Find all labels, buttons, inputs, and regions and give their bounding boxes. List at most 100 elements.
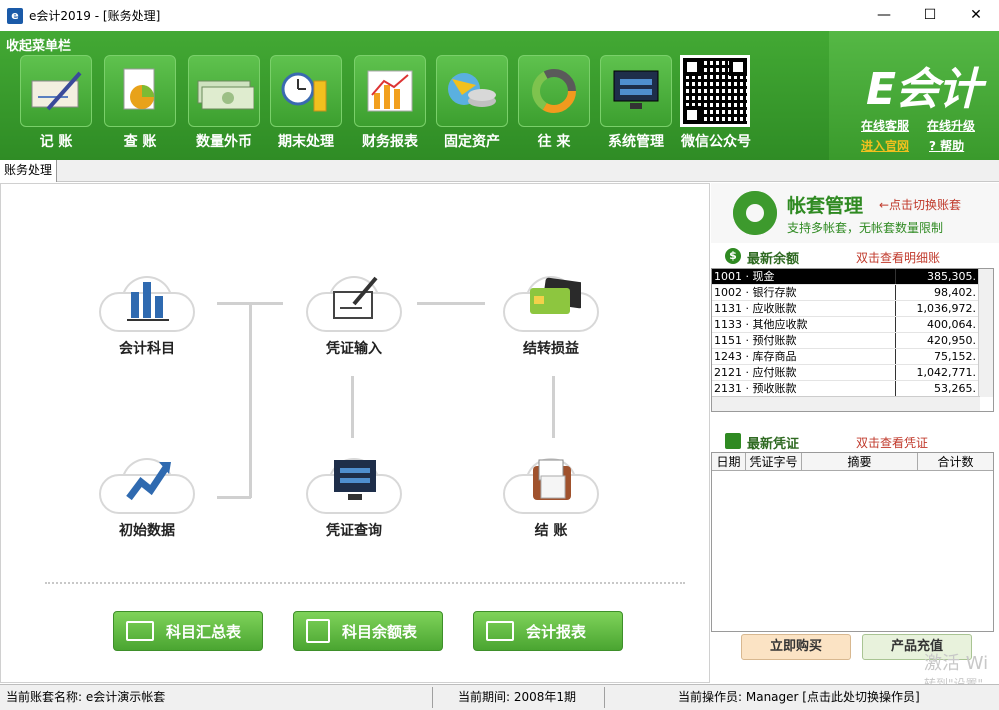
bar-chart-icon	[127, 282, 169, 321]
balance-account-name: 1001 · 现金	[712, 269, 896, 284]
wallet-icon	[533, 459, 571, 500]
node-accounting-subjects[interactable]: 会计科目	[97, 272, 197, 358]
minimize-button[interactable]: —	[861, 0, 907, 31]
activation-watermark: 激活 Wi	[924, 653, 989, 674]
cycle-icon	[532, 69, 576, 113]
horizontal-scrollbar[interactable]	[712, 396, 980, 411]
table-icon	[126, 621, 154, 641]
clock-coins-icon	[281, 72, 327, 112]
check-pen-icon	[31, 71, 82, 111]
brand-area: E会计 在线客服 在线升级 进入官网 ? 帮助	[829, 31, 999, 160]
voucher-section-header: 最新凭证 双击查看凭证	[711, 430, 999, 452]
voucher-icon	[725, 433, 741, 449]
balance-row[interactable]: 1131 · 应收账款 1,036,972.	[712, 301, 993, 317]
balance-amount: 1,036,972.	[916, 302, 976, 315]
balance-amount: 420,950.	[927, 334, 976, 347]
balance-amount: 98,402.	[934, 286, 976, 299]
balance-row[interactable]: 2131 · 预收账款 53,265.	[712, 381, 993, 397]
balance-row[interactable]: 1133 · 其他应收款 400,064.	[712, 317, 993, 333]
tool-period-end[interactable]: 期末处理	[270, 55, 342, 151]
tab-accounting[interactable]: 账务处理	[0, 160, 58, 182]
report-icon	[486, 621, 514, 641]
connector	[217, 496, 251, 499]
tool-quantity-currency[interactable]: 数量外币	[188, 55, 260, 151]
balance-account-name: 1133 · 其他应收款	[712, 317, 896, 332]
buy-now-button[interactable]: 立即购买	[741, 634, 851, 660]
status-bar: 当前账套名称: e会计演示帐套 当前期间: 2008年1期 当前操作员: Man…	[0, 684, 999, 710]
balance-row[interactable]: 1001 · 现金 385,305.	[712, 269, 993, 285]
vertical-scrollbar[interactable]	[978, 269, 993, 397]
node-close-account[interactable]: 结 账	[501, 454, 601, 540]
workflow-area: 会计科目 凭证输入 结转损益 初始数据 凭证查询 结 账 科目汇总表 科目余额表…	[0, 183, 710, 683]
status-separator	[604, 687, 605, 708]
app-logo-icon: e	[7, 7, 23, 24]
tab-strip: 账务处理	[0, 160, 999, 182]
trend-arrow-icon	[126, 462, 171, 501]
status-account-name: 当前账套名称: e会计演示帐套	[6, 690, 166, 704]
tool-fixed-assets[interactable]: 固定资产	[436, 55, 508, 151]
balance-row[interactable]: 1002 · 银行存款 98,402.	[712, 285, 993, 301]
document-pie-icon	[123, 68, 155, 110]
brand-logo: E会计	[865, 64, 982, 115]
node-transfer-pl[interactable]: 结转损益	[501, 272, 601, 358]
balance-amount: 53,265.	[934, 382, 976, 395]
check-pen-icon	[333, 276, 378, 319]
status-operator[interactable]: 当前操作员: Manager [点击此处切换操作员]	[678, 685, 920, 710]
money-icon	[197, 80, 254, 110]
help-icon: ?	[929, 139, 936, 153]
balance-account-name: 1002 · 银行存款	[712, 285, 896, 300]
right-panel: 帐套管理 ←点击切换账套 支持多帐套，无帐套数量限制 $ 最新余额 双击查看明细…	[711, 183, 999, 691]
tool-bookkeeping[interactable]: 记 账	[20, 55, 92, 151]
collapse-menu-toggle[interactable]: 收起菜单栏	[6, 35, 71, 54]
node-voucher-input[interactable]: 凭证输入	[304, 272, 404, 358]
balance-account-name: 2131 · 预收账款	[712, 381, 896, 396]
voucher-table-header: 日期 凭证字号 摘要 合计数	[712, 453, 993, 471]
window-title: e会计2019 - [账务处理]	[29, 9, 161, 23]
balance-account-name: 1151 · 预付账款	[712, 333, 896, 348]
balance-row[interactable]: 1151 · 预付账款 420,950.	[712, 333, 993, 349]
balance-section-header: $ 最新余额 双击查看明细账	[711, 245, 999, 267]
tool-audit[interactable]: 查 账	[104, 55, 176, 151]
node-initial-data[interactable]: 初始数据	[97, 454, 197, 540]
balance-amount: 75,152.	[934, 350, 976, 363]
balance-amount: 385,305.	[927, 270, 976, 283]
tool-transactions[interactable]: 往 来	[518, 55, 590, 151]
voucher-table[interactable]: 日期 凭证字号 摘要 合计数	[711, 452, 994, 632]
credit-card-icon	[530, 277, 581, 314]
subject-summary-button[interactable]: 科目汇总表	[113, 611, 263, 651]
balance-amount: 1,042,771.	[916, 366, 976, 379]
online-upgrade-link[interactable]: 在线升级	[927, 117, 975, 134]
connector	[552, 376, 555, 438]
tool-wechat[interactable]: 微信公众号	[680, 55, 752, 151]
monitor-icon	[334, 460, 376, 500]
subject-balance-button[interactable]: 科目余额表	[293, 611, 443, 651]
online-service-link[interactable]: 在线客服	[861, 117, 909, 134]
connector	[351, 376, 354, 438]
status-period: 当前期间: 2008年1期	[458, 690, 577, 704]
tool-system-management[interactable]: 系统管理	[600, 55, 672, 151]
balance-row[interactable]: 1243 · 库存商品 75,152.	[712, 349, 993, 365]
balance-row[interactable]: 2121 · 应付账款 1,042,771.	[712, 365, 993, 381]
tool-financial-reports[interactable]: 财务报表	[354, 55, 426, 151]
enter-website-link[interactable]: 进入官网	[861, 137, 909, 154]
node-voucher-query[interactable]: 凭证查询	[304, 454, 404, 540]
ribbon-menu: 收起菜单栏 记 账 查 账 数量外币 期末处理 财务报表 固定资产 往 来 系统…	[0, 31, 999, 160]
monitor-icon	[613, 70, 659, 109]
divider	[45, 582, 685, 584]
bar-chart-icon	[367, 70, 413, 112]
balance-account-name: 1243 · 库存商品	[712, 349, 896, 364]
qr-code-image	[680, 55, 750, 127]
accounting-report-button[interactable]: 会计报表	[473, 611, 623, 651]
connector	[417, 302, 485, 305]
account-set-management[interactable]: 帐套管理 ←点击切换账套 支持多帐套，无帐套数量限制	[711, 183, 999, 243]
globe-coins-icon	[448, 73, 496, 107]
grid-icon	[306, 619, 330, 643]
status-separator	[432, 687, 433, 708]
balance-account-name: 2121 · 应付账款	[712, 365, 896, 380]
gear-icon	[733, 191, 777, 235]
maximize-button[interactable]: ☐	[907, 0, 953, 31]
balance-account-name: 1131 · 应收账款	[712, 301, 896, 316]
help-link[interactable]: ? 帮助	[929, 137, 964, 154]
close-button[interactable]: ✕	[953, 0, 999, 31]
balance-list[interactable]: 1001 · 现金 385,305. 1002 · 银行存款 98,402. 1131 …	[711, 268, 994, 412]
